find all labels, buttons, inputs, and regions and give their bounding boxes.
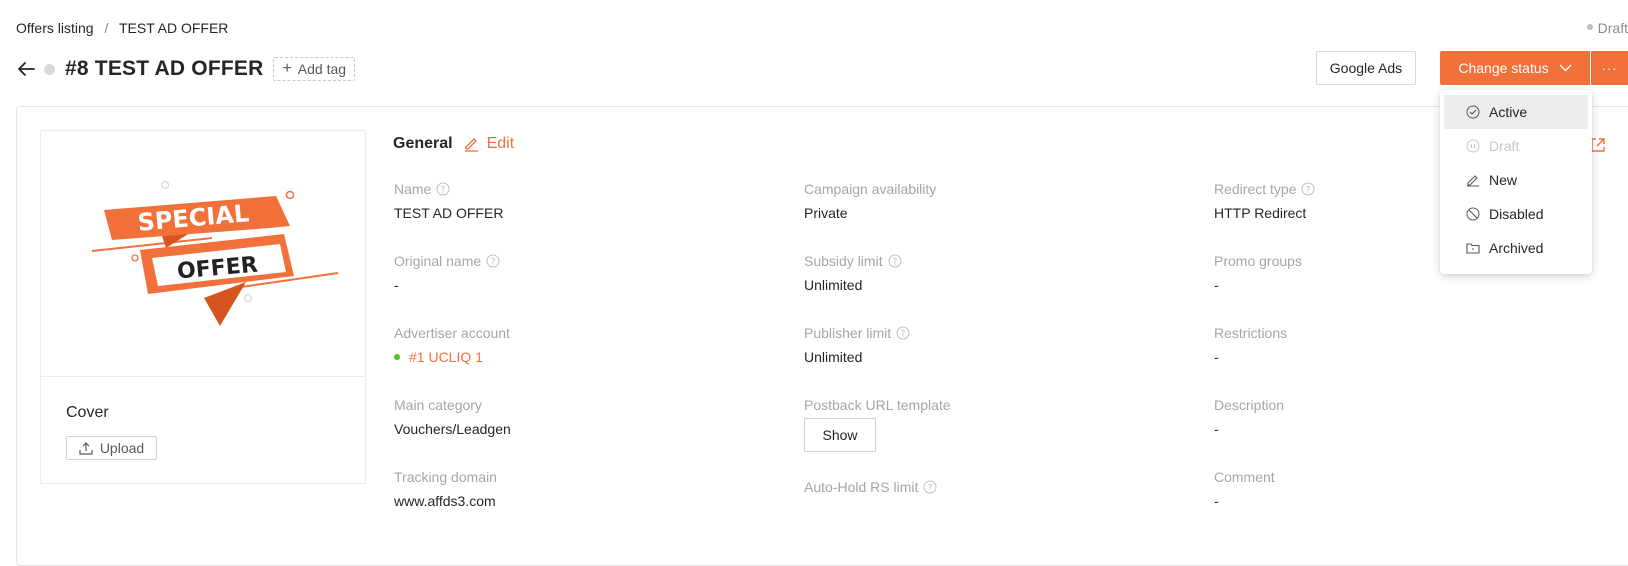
cover-divider	[40, 376, 366, 377]
tracking-domain-label: Tracking domain	[394, 469, 497, 485]
plus-icon: +	[282, 60, 292, 77]
svg-text:?: ?	[441, 186, 446, 196]
comment-label: Comment	[1214, 469, 1275, 485]
add-tag-label: Add tag	[297, 61, 347, 77]
main-category-value: Vouchers/Leadgen	[394, 421, 511, 437]
status-option-active[interactable]: Active	[1444, 95, 1588, 129]
show-postback-button[interactable]: Show	[804, 418, 876, 452]
redirect-type-value: HTTP Redirect	[1214, 205, 1307, 221]
change-status-button[interactable]: Change status	[1440, 51, 1590, 85]
redirect-type-label: Redirect type ?	[1214, 181, 1315, 197]
breadcrumb-offers-listing[interactable]: Offers listing	[16, 20, 94, 36]
title-row: #8 TEST AD OFFER + Add tag	[16, 54, 356, 84]
question-circle-icon[interactable]: ?	[923, 480, 937, 494]
pencil-icon	[464, 138, 478, 152]
more-actions-button[interactable]: ···	[1591, 51, 1628, 85]
tracking-domain-value: www.affds3.com	[394, 493, 496, 509]
chevron-down-icon	[1559, 64, 1572, 72]
description-value: -	[1214, 421, 1219, 437]
status-dot-icon	[1586, 24, 1593, 31]
pencil-icon	[1467, 175, 1479, 187]
add-tag-button[interactable]: + Add tag	[273, 57, 356, 81]
offer-status-dot	[44, 63, 55, 75]
svg-text:?: ?	[1306, 186, 1311, 196]
svg-text:?: ?	[901, 330, 906, 340]
original-name-label: Original name ?	[394, 253, 500, 269]
question-circle-icon[interactable]: ?	[888, 254, 902, 268]
svg-text:?: ?	[892, 258, 897, 268]
status-dropdown-menu: Active Draft New Disabled Archived	[1440, 90, 1592, 274]
question-circle-icon[interactable]: ?	[896, 326, 910, 340]
status-option-draft: Draft	[1444, 129, 1588, 163]
edit-button[interactable]: Edit	[463, 135, 515, 153]
breadcrumb-current: TEST AD OFFER	[118, 20, 229, 36]
promo-groups-value: -	[1214, 277, 1219, 293]
breadcrumb-separator: /	[104, 20, 109, 36]
status-option-new[interactable]: New	[1444, 163, 1588, 197]
back-arrow-icon[interactable]	[16, 59, 36, 79]
auto-hold-rs-limit-label: Auto-Hold RS limit ?	[804, 479, 937, 495]
svg-text:?: ?	[491, 258, 496, 268]
restrictions-label: Restrictions	[1214, 325, 1288, 341]
original-name-value: -	[394, 277, 399, 293]
advertiser-account-link[interactable]: #1 UCLIQ 1	[394, 349, 483, 365]
pause-circle-icon	[1466, 139, 1480, 153]
subsidy-limit-value: Unlimited	[804, 277, 863, 293]
cover-image: SPECIAL OFFER	[84, 178, 344, 328]
general-section-header: General Edit	[393, 135, 514, 153]
subsidy-limit-label: Subsidy limit ?	[804, 253, 902, 269]
question-circle-icon[interactable]: ?	[486, 254, 500, 268]
upload-label: Upload	[99, 440, 145, 456]
stop-icon	[1466, 207, 1480, 221]
question-circle-icon[interactable]: ?	[436, 182, 450, 196]
campaign-availability-label: Campaign availability	[804, 181, 937, 197]
general-title: General	[393, 135, 453, 152]
postback-url-template-label: Postback URL template	[804, 397, 951, 413]
name-label: Name ?	[394, 181, 450, 197]
main-category-label: Main category	[394, 397, 482, 413]
upload-icon	[79, 442, 93, 455]
restrictions-value: -	[1214, 349, 1219, 365]
svg-text:?: ?	[928, 484, 933, 494]
description-label: Description	[1214, 397, 1285, 413]
edit-label: Edit	[486, 135, 515, 152]
promo-groups-label: Promo groups	[1214, 253, 1302, 269]
google-ads-button[interactable]: Google Ads	[1316, 51, 1416, 85]
online-dot-icon	[394, 354, 400, 360]
open-external-icon[interactable]	[1590, 137, 1606, 153]
page-title: #8 TEST AD OFFER	[65, 57, 264, 80]
check-circle-icon	[1466, 105, 1480, 119]
status-text: Draft	[1597, 20, 1628, 36]
status-option-disabled[interactable]: Disabled	[1444, 197, 1588, 231]
change-status-label: Change status	[1458, 60, 1549, 76]
archive-folder-icon	[1466, 243, 1480, 254]
publisher-limit-value: Unlimited	[804, 349, 863, 365]
status-indicator: Draft	[1586, 20, 1628, 36]
breadcrumb: Offers listing / TEST AD OFFER	[16, 20, 228, 36]
advertiser-account-label: Advertiser account	[394, 325, 510, 341]
comment-value: -	[1214, 493, 1219, 509]
question-circle-icon[interactable]: ?	[1301, 182, 1315, 196]
campaign-availability-value: Private	[804, 205, 848, 221]
upload-button[interactable]: Upload	[66, 436, 157, 460]
name-value: TEST AD OFFER	[394, 205, 504, 221]
publisher-limit-label: Publisher limit ?	[804, 325, 910, 341]
status-option-archived[interactable]: Archived	[1444, 231, 1588, 265]
cover-label: Cover	[66, 404, 109, 421]
cover-text-special: SPECIAL	[136, 199, 250, 237]
